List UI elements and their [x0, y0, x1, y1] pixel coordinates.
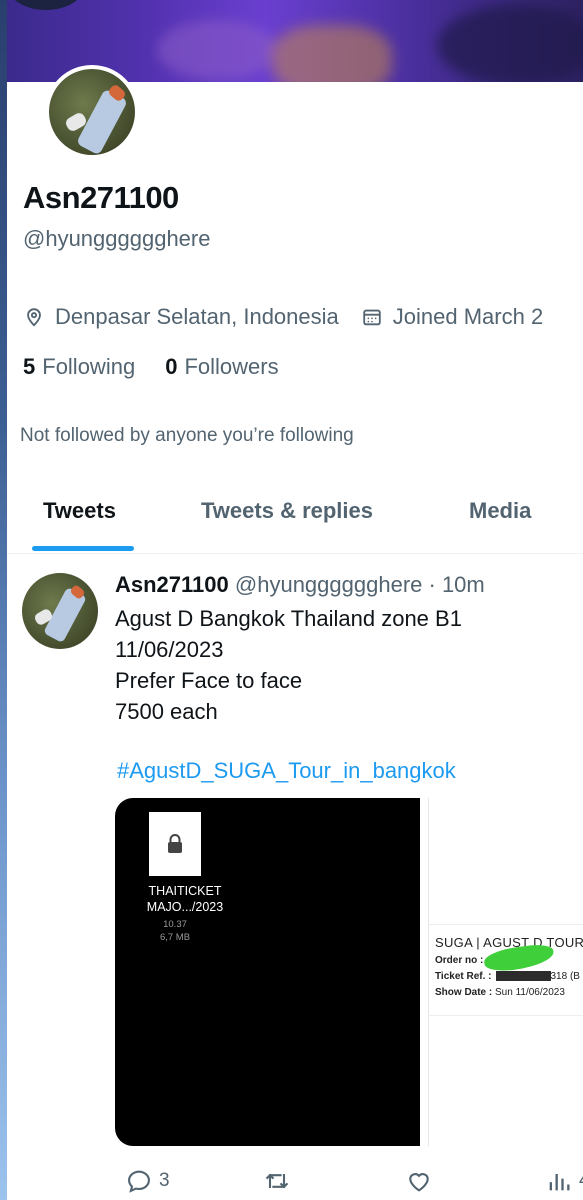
file-meta: 10.37 6,7 MB [135, 918, 215, 944]
tab-media[interactable]: Media [469, 498, 531, 524]
tweet-author-handle[interactable]: @hyungggggghere [235, 572, 422, 597]
location-text: Denpasar Selatan, Indonesia [55, 304, 339, 329]
not-followed-notice: Not followed by anyone you’re following [20, 425, 354, 446]
tweet-text-line: Prefer Face to face [115, 668, 303, 693]
joined-text: Joined March 2 [392, 304, 544, 329]
file-name: THAITICKET MAJO.../2023 [146, 884, 224, 914]
profile-handle: @hyungggggghere [23, 226, 211, 251]
follow-stats: 5 Following 0 Followers [23, 354, 309, 380]
profile-location: Denpasar Selatan, Indonesia [23, 304, 339, 330]
calendar-icon [363, 309, 381, 326]
tweet-text: Agust D Bangkok Thailand zone B1 11/06/2… [115, 603, 462, 727]
heart-icon [409, 1173, 429, 1192]
tab-tweets[interactable]: Tweets [43, 498, 116, 524]
views-button[interactable]: 4 [545, 1167, 583, 1195]
tab-tweets-replies[interactable]: Tweets & replies [201, 498, 373, 524]
banner-light [272, 25, 392, 82]
following-label: Following [42, 354, 136, 379]
profile-joined: Joined March 2 [361, 304, 543, 330]
tweet-header: Asn271100 @hyungggggghere · 10m [115, 572, 485, 598]
locked-file-thumbnail [149, 812, 201, 876]
tweet-text-line: 7500 each [115, 699, 218, 724]
reply-icon [128, 1170, 150, 1193]
show-date-value: Sun 11/06/2023 [495, 987, 565, 998]
profile-display-name: Asn271100 [23, 180, 179, 215]
location-pin-icon [27, 308, 41, 327]
ticket-ref-label: Ticket Ref. : [435, 971, 492, 982]
file-time: 10.37 [163, 919, 187, 930]
ticket-ref-line: Ticket Ref. : 318 (B [435, 971, 583, 982]
like-button[interactable] [405, 1167, 439, 1195]
profile-meta: Denpasar Selatan, Indonesia Joined March… [23, 302, 565, 332]
tweet-author-avatar[interactable] [22, 573, 98, 649]
tweet-hashtag[interactable]: #AgustD_SUGA_Tour_in_bangkok [117, 758, 456, 784]
reply-count: 3 [159, 1170, 170, 1191]
profile-avatar[interactable] [45, 65, 139, 159]
retweet-icon [265, 1173, 289, 1189]
tweet-time[interactable]: · 10m [429, 572, 485, 597]
order-label: Order no : [435, 955, 484, 966]
tweet-text-line: Agust D Bangkok Thailand zone B1 [115, 606, 462, 631]
followers-count: 0 [165, 354, 178, 379]
tweet-text-line: 11/06/2023 [115, 637, 224, 662]
lock-icon [168, 834, 182, 853]
profile-tabs: Tweets Tweets & replies Media [7, 480, 583, 554]
show-date-label: Show Date : [435, 987, 493, 998]
ticket-details: SUGA | AGUST D TOUR Order no : Ticket Re… [429, 924, 583, 1016]
followers-link[interactable]: 0 Followers [165, 354, 278, 380]
banner-light [157, 20, 277, 80]
following-count: 5 [23, 354, 36, 379]
reply-button[interactable]: 3 [125, 1167, 170, 1195]
tweet-actions: 3 4 [115, 1155, 583, 1195]
media-image-ticket[interactable]: SUGA | AGUST D TOUR Order no : Ticket Re… [428, 798, 583, 1146]
redaction-mark [495, 971, 551, 982]
views-chart-icon [549, 1174, 570, 1191]
views-count: 4 [579, 1170, 583, 1192]
tweet-media[interactable]: THAITICKET MAJO.../2023 10.37 6,7 MB SUG… [115, 798, 583, 1146]
ticket-ref-value: 318 (B [550, 971, 580, 982]
following-link[interactable]: 5 Following [23, 354, 135, 380]
banner-shadow [437, 5, 583, 82]
ticket-date-line: Show Date : Sun 11/06/2023 [435, 987, 583, 998]
active-tab-indicator [32, 546, 134, 551]
tweet[interactable]: Asn271100 @hyungggggghere · 10m Agust D … [7, 555, 583, 1200]
banner-back-button-shadow [7, 0, 85, 10]
media-image-file[interactable]: THAITICKET MAJO.../2023 10.37 6,7 MB [115, 798, 420, 1146]
tweet-author-name[interactable]: Asn271100 [115, 572, 229, 597]
window-edge [0, 0, 7, 1200]
followers-label: Followers [184, 354, 279, 379]
retweet-button[interactable] [263, 1167, 297, 1195]
file-size: 6,7 MB [159, 932, 191, 943]
